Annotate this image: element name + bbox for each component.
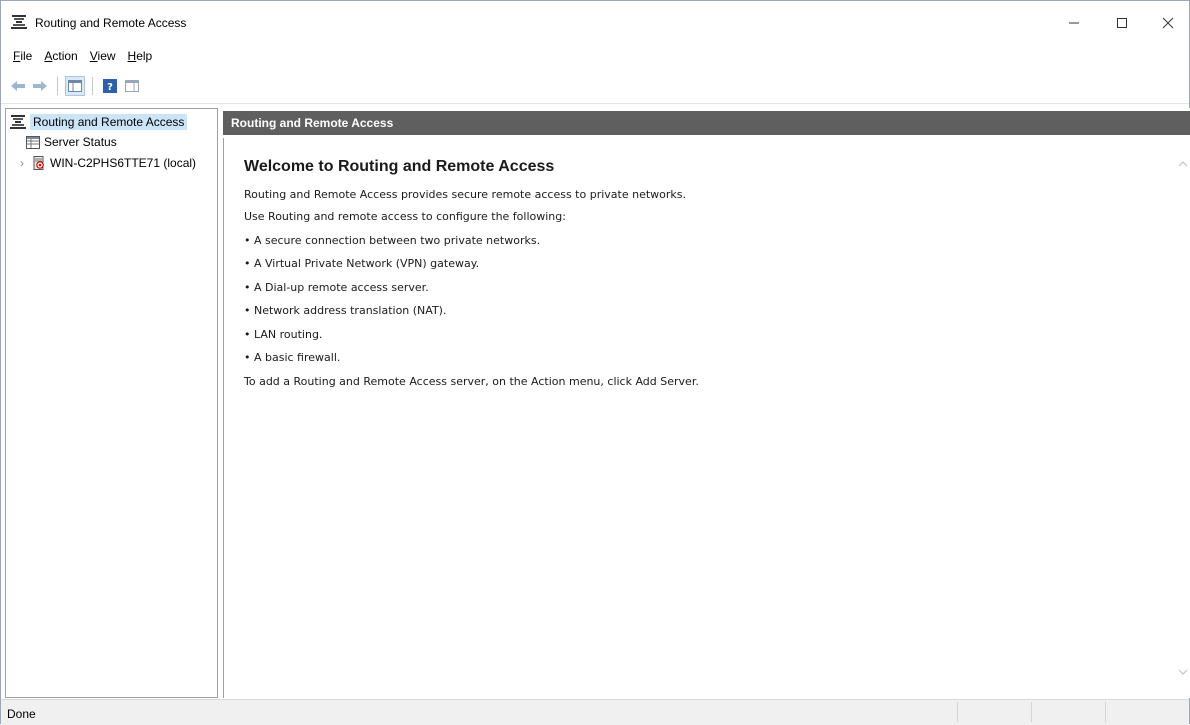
bullet-item: • A Virtual Private Network (VPN) gatewa… <box>244 257 480 270</box>
show-hide-console-tree-icon <box>68 80 82 92</box>
close-button[interactable] <box>1145 5 1190 41</box>
forward-button[interactable] <box>31 77 49 95</box>
toolbar-separator <box>57 77 58 95</box>
minimize-icon <box>1069 22 1079 24</box>
tree-item-server-status[interactable]: Server Status <box>26 133 117 151</box>
properties-pane-icon <box>125 80 139 92</box>
tree-item-label: Server Status <box>44 135 117 149</box>
status-bar-separator <box>1031 702 1032 722</box>
status-bar-separator <box>1105 702 1106 722</box>
title-bar: Routing and Remote Access <box>1 1 1189 41</box>
vertical-scrollbar[interactable] <box>1175 138 1190 698</box>
show-hide-tree-button[interactable] <box>65 76 85 96</box>
svg-text:?: ? <box>107 82 113 93</box>
forward-arrow-icon <box>33 81 47 91</box>
toolbar-divider <box>1 103 1189 104</box>
toolbar-separator <box>92 77 93 95</box>
scroll-down-icon[interactable] <box>1177 666 1189 678</box>
detail-header: Routing and Remote Access <box>223 111 1190 135</box>
expand-chevron-icon[interactable]: › <box>20 156 30 170</box>
status-bar: Done <box>1 699 1189 725</box>
tree-item-label: Routing and Remote Access <box>30 114 188 130</box>
console-tree: Routing and Remote Access Server Status … <box>5 108 218 698</box>
tree-item-server[interactable]: › WIN-C2PHS6TTE71 (local) <box>20 154 196 172</box>
tree-item-routing-root[interactable]: Routing and Remote Access <box>10 113 188 131</box>
routing-root-icon <box>10 115 26 129</box>
help-button[interactable]: ? <box>101 77 119 95</box>
properties-pane-button[interactable] <box>123 77 141 95</box>
tree-item-label: WIN-C2PHS6TTE71 (local) <box>50 156 197 170</box>
welcome-title: Welcome to Routing and Remote Access <box>244 158 555 175</box>
detail-body: Welcome to Routing and Remote Access Rou… <box>223 138 1173 698</box>
back-button[interactable] <box>9 77 27 95</box>
detail-pane: Routing and Remote Access Welcome to Rou… <box>223 108 1190 698</box>
app-window: Routing and Remote Access File Action Vi… <box>0 0 1190 725</box>
status-bar-separator <box>957 702 958 722</box>
maximize-icon <box>1117 18 1127 28</box>
menu-action[interactable]: Action <box>40 49 85 69</box>
server-icon <box>33 156 44 170</box>
routing-app-icon <box>11 15 27 29</box>
close-icon <box>1162 17 1174 29</box>
detail-text-line: To add a Routing and Remote Access serve… <box>244 375 699 388</box>
scroll-up-icon[interactable] <box>1177 158 1189 170</box>
bullet-item: • A Dial-up remote access server. <box>244 281 429 294</box>
bullet-item: • LAN routing. <box>244 328 323 341</box>
detail-text-line: Routing and Remote Access provides secur… <box>244 188 687 201</box>
bullet-item: • A basic firewall. <box>244 351 341 364</box>
bullet-item: • Network address translation (NAT). <box>244 304 447 317</box>
minimize-button[interactable] <box>1051 5 1097 41</box>
menu-bar: File Action View Help <box>9 49 160 69</box>
detail-text-line: Use Routing and remote access to configu… <box>244 210 566 223</box>
help-icon: ? <box>103 79 117 93</box>
menu-file[interactable]: File <box>9 49 40 69</box>
menu-help[interactable]: Help <box>124 49 161 69</box>
maximize-button[interactable] <box>1099 5 1145 41</box>
toolbar: ? <box>9 75 141 97</box>
window-title: Routing and Remote Access <box>35 16 187 30</box>
bullet-item: • A secure connection between two privat… <box>244 234 541 247</box>
server-status-icon <box>26 135 40 149</box>
menu-view[interactable]: View <box>86 49 124 69</box>
status-text: Done <box>7 707 36 721</box>
back-arrow-icon <box>11 81 25 91</box>
